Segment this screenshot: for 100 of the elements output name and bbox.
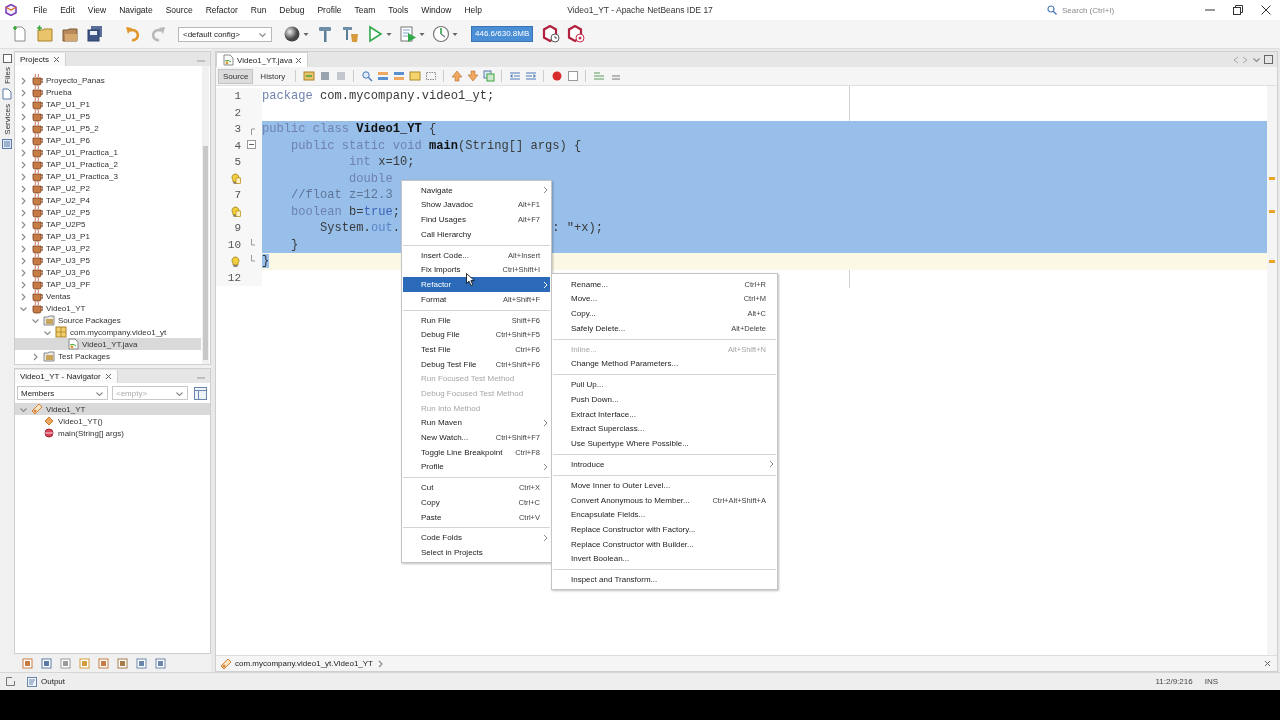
menu-item[interactable]: Replace Constructor with Factory... [553,522,776,537]
menu-item[interactable]: Window [414,5,458,15]
filter-icon[interactable] [22,657,33,669]
highlight-icon[interactable] [408,70,421,82]
chevron-down-icon[interactable] [1252,55,1261,64]
filter-icon[interactable] [136,657,147,669]
tree-item[interactable]: Test Packages [15,350,201,362]
tree-item[interactable]: Video1_YT [15,302,201,314]
forward-icon[interactable] [334,70,347,82]
tree-item[interactable]: TAP_U3_P2 [15,242,201,254]
tree-item[interactable]: TAP_U2_P2 [15,182,201,194]
breadcrumb[interactable]: com.mycompany.video1_yt.Video1_YT [216,657,385,670]
last-edit-icon[interactable] [302,70,315,82]
tree-item[interactable]: TAP_U1_Practica_1 [15,146,201,158]
tree-item[interactable]: TAP_U1_Practica_3 [15,170,201,182]
filter-icon[interactable] [41,657,52,669]
menu-item[interactable]: Invert Boolean... [553,551,776,566]
search-field[interactable]: Search (Ctrl+I) [1061,4,1163,16]
new-project-button[interactable] [34,23,56,45]
side-tab[interactable]: Services [2,103,12,135]
stop-icon[interactable] [566,70,579,82]
find-icon[interactable] [360,70,373,82]
tree-item[interactable]: main(String[] args) [15,427,210,439]
menu-item[interactable]: Edit [53,5,82,15]
reset-button[interactable] [565,23,588,45]
filter-icon[interactable] [98,657,109,669]
menu-item[interactable]: Extract Superclass... [553,421,776,437]
menu-item[interactable]: Run Maven [403,415,550,431]
view-tab[interactable]: History [256,69,290,83]
menu-item[interactable]: Debug [272,5,311,15]
gc-button[interactable] [540,23,563,45]
menu-item[interactable]: Extract Interface... [553,406,776,422]
config-dropdown[interactable]: <default config> [178,26,272,42]
menu-item[interactable]: Tools [381,5,415,15]
comment-icon[interactable] [592,70,605,82]
menu-item[interactable]: Refactor [199,5,245,15]
filter-icon[interactable] [117,657,128,669]
tree-item[interactable]: TAP_U3_P1 [15,230,201,242]
menu-item[interactable]: Refactor [403,277,550,292]
tree-item[interactable]: Proyecto_Panas [15,74,201,86]
debug-button[interactable] [397,23,427,45]
fold-toggle-icon[interactable] [247,139,256,152]
select-icon[interactable] [424,70,437,82]
navigator-tab[interactable]: Video1_YT - Navigator [15,370,118,383]
tree-item[interactable]: TAP_U2_P5 [15,206,201,218]
filter-icon[interactable] [60,657,71,669]
menu-item[interactable]: Encapsulate Fields... [553,507,776,523]
menu-item[interactable]: Replace Constructor with Builder... [553,536,776,552]
menu-item[interactable]: Move Inner to Outer Level... [553,478,776,493]
menu-item[interactable]: Use Supertype Where Possible... [553,436,776,451]
profile-button[interactable] [430,23,460,45]
menu-item[interactable]: Source [159,5,200,15]
tree-item[interactable]: TAP_U1_P1 [15,98,201,110]
record-icon[interactable] [550,70,563,82]
tree-item[interactable]: Prueba [15,86,201,98]
tree-item[interactable]: TAP_U3_PF [15,278,201,290]
tree-item[interactable]: TAP_U1_P5 [15,110,201,122]
tree-item[interactable]: TAP_U3_P5 [15,254,201,266]
menu-item[interactable]: Call Hierarchy [403,226,550,242]
find-next-icon[interactable] [392,70,405,82]
tree-item[interactable]: Video1_YT [15,403,210,415]
scroll-left-icon[interactable] [1232,56,1239,64]
tree-item[interactable]: TAP_U3_P6 [15,266,201,278]
find-previous-icon[interactable] [376,70,389,82]
menu-item[interactable]: File [27,5,54,15]
filter-icon[interactable] [155,657,166,669]
menu-item[interactable]: Navigate [403,183,550,198]
filter-icon[interactable] [79,657,90,669]
tree-item[interactable]: Ventas [15,290,201,302]
maximize-icon[interactable] [1264,55,1273,64]
tree-item[interactable]: Source Packages [15,314,201,326]
scrollbar-thumb[interactable] [203,146,208,360]
tree-item[interactable]: TAP_U1_P5_2 [15,122,201,134]
shift-left-icon[interactable] [508,70,521,82]
menu-item[interactable]: Pull Up... [553,377,776,393]
menu-item[interactable]: Navigate [112,5,160,15]
menu-item[interactable]: Profile [310,5,348,15]
tree-item[interactable]: TAP_U1_P6 [15,134,201,146]
menu-item[interactable]: Introduce [553,457,776,472]
next-bookmark-icon[interactable] [466,70,479,82]
tree-item[interactable]: TAP_U2_P4 [15,194,201,206]
notification-icon[interactable] [6,677,15,686]
close-icon[interactable] [1264,660,1271,667]
menu-item[interactable]: Change Method Parameters... [553,356,776,372]
members-dropdown[interactable]: Members [17,386,108,400]
menu-item[interactable]: Inspect and Transform... [553,572,776,587]
menu-item[interactable]: Help [457,5,489,15]
menu-item[interactable]: Push Down... [553,392,776,407]
shift-right-icon[interactable] [524,70,537,82]
output-tab[interactable]: Output [27,676,65,687]
menu-item[interactable]: Profile [403,459,550,475]
projects-tab[interactable]: Projects [15,53,66,66]
view-tab[interactable]: Source [218,68,254,84]
tree-item[interactable]: TAP_U2P5 [15,218,201,230]
side-tab[interactable]: Files [2,67,12,84]
menu-item[interactable]: Code Folds [403,530,550,546]
menu-item[interactable]: View [81,5,113,15]
tree-item[interactable]: TAP_U1_Practica_2 [15,158,201,170]
toggle-bookmark-icon[interactable] [482,70,495,82]
window-icon[interactable] [2,54,12,63]
